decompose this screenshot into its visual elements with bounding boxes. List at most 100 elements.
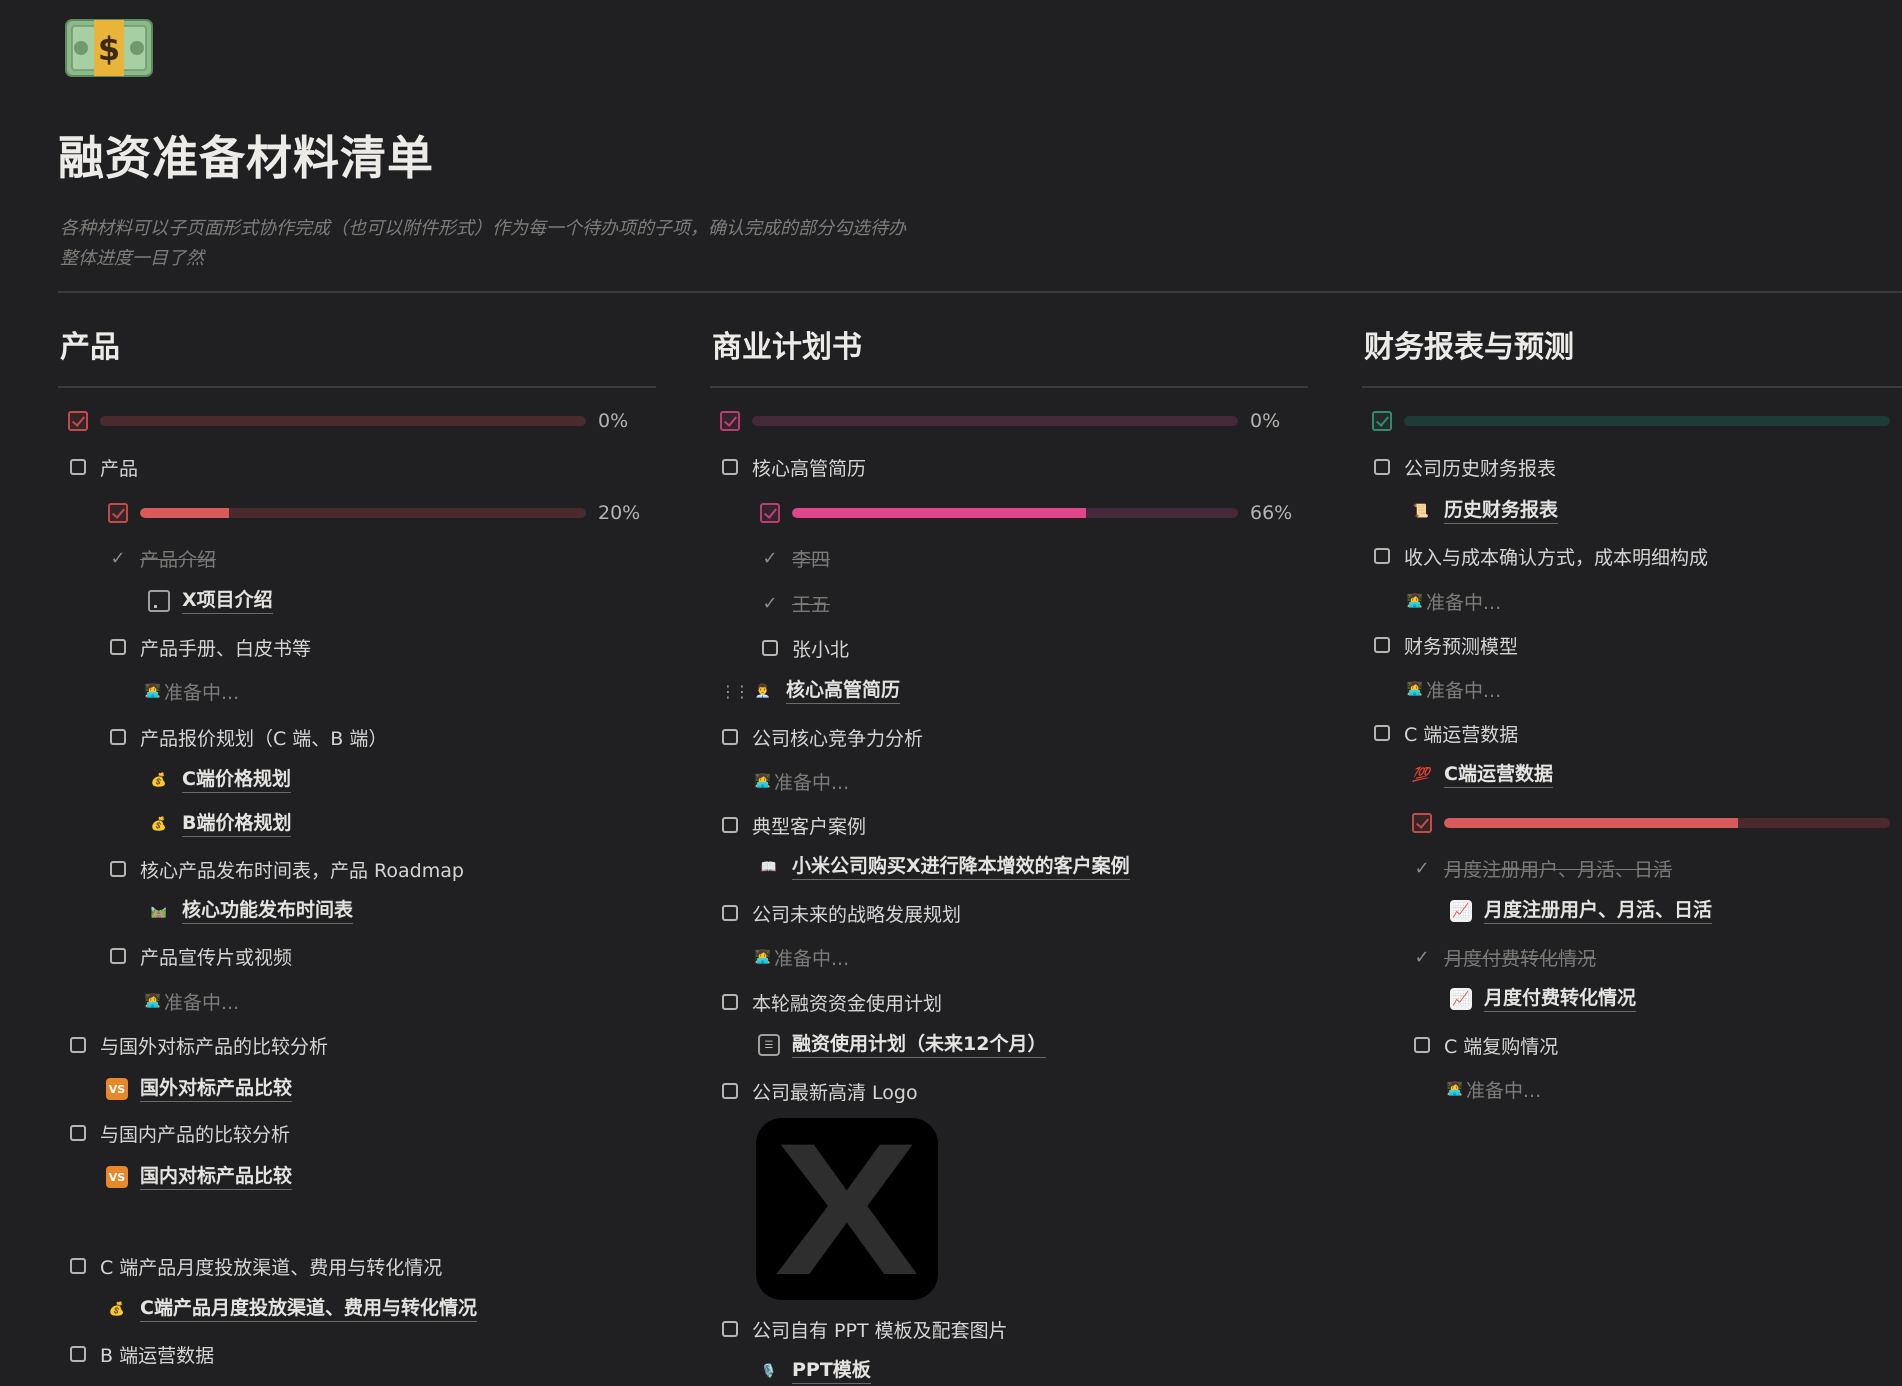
page-link-label[interactable]: 月度注册用户、月活、日活 xyxy=(1484,898,1713,924)
todo-item[interactable]: C 端产品月度投放渠道、费用与转化情况 xyxy=(70,1251,442,1281)
checkbox-icon[interactable] xyxy=(722,817,738,833)
page-link-label[interactable]: B端价格规划 xyxy=(182,811,292,837)
todo-label: C 端复购情况 xyxy=(1444,1035,1559,1058)
company-logo-image[interactable]: X xyxy=(756,1118,938,1300)
checkmark-icon[interactable]: ✓ xyxy=(1412,947,1432,968)
checkbox-icon[interactable] xyxy=(70,1346,86,1362)
checked-checkbox-icon[interactable] xyxy=(1412,813,1432,833)
todo-item-done[interactable]: ✓ 李四 xyxy=(760,543,830,573)
checkbox-icon[interactable] xyxy=(722,729,738,745)
checkbox-icon[interactable] xyxy=(70,459,86,475)
page-link-label[interactable]: C端产品月度投放渠道、费用与转化情况 xyxy=(140,1296,477,1322)
page-link-label[interactable]: 融资使用计划（未来12个月） xyxy=(792,1032,1047,1058)
dollar-banknote-icon[interactable]: $ xyxy=(64,16,154,80)
checkbox-icon[interactable] xyxy=(722,1321,738,1337)
page-link-label[interactable]: C端运营数据 xyxy=(1444,762,1553,788)
todo-item[interactable]: C 端复购情况 xyxy=(1414,1030,1558,1060)
checkbox-icon[interactable] xyxy=(110,861,126,877)
description-line: 整体进度一目了然 xyxy=(60,248,204,269)
page-link[interactable]: 🎙️ PPT模板 xyxy=(758,1356,871,1386)
page-link[interactable]: 💰 C端价格规划 xyxy=(148,765,291,795)
checkmark-icon[interactable]: ✓ xyxy=(760,548,780,569)
checkbox-icon[interactable] xyxy=(110,729,126,745)
page-link[interactable]: VS 国内对标产品比较 xyxy=(106,1162,293,1192)
page-link[interactable]: 💰 B端价格规划 xyxy=(148,809,292,839)
checkbox-icon[interactable] xyxy=(110,639,126,655)
checked-checkbox-icon[interactable] xyxy=(108,503,128,523)
page-link-label[interactable]: 国外对标产品比较 xyxy=(140,1076,293,1102)
todo-item-done[interactable]: ✓ 月度注册用户、月活、日活 xyxy=(1412,853,1672,883)
page-link[interactable]: 💰 C端产品月度投放渠道、费用与转化情况 xyxy=(106,1294,477,1324)
page-link-label[interactable]: 国内对标产品比较 xyxy=(140,1164,293,1190)
drag-handle-icon[interactable]: ⋮⋮ xyxy=(720,682,750,701)
checkbox-icon[interactable] xyxy=(1374,725,1390,741)
checkbox-icon[interactable] xyxy=(722,459,738,475)
page-link[interactable]: 📜 历史财务报表 xyxy=(1410,496,1559,526)
checkbox-icon[interactable] xyxy=(1374,637,1390,653)
todo-item[interactable]: C 端运营数据 xyxy=(1374,718,1518,748)
todo-item[interactable]: 与国外对标产品的比较分析 xyxy=(70,1030,328,1060)
checkmark-icon[interactable]: ✓ xyxy=(1412,858,1432,879)
checkbox-icon[interactable] xyxy=(722,905,738,921)
checkbox-icon[interactable] xyxy=(1374,459,1390,475)
todo-item-done[interactable]: ✓ 王五 xyxy=(760,588,830,618)
checkbox-icon[interactable] xyxy=(762,640,778,656)
page-link[interactable]: 🛤️ 核心功能发布时间表 xyxy=(148,896,354,926)
page-link-label[interactable]: 核心高管简历 xyxy=(786,678,901,704)
todo-label: C 端运营数据 xyxy=(1404,723,1519,746)
page-link-label[interactable]: 月度付费转化情况 xyxy=(1484,986,1637,1012)
checkbox-icon[interactable] xyxy=(70,1258,86,1274)
checkbox-icon[interactable] xyxy=(1414,1037,1430,1053)
todo-item[interactable]: 财务预测模型 xyxy=(1374,630,1518,660)
page-link[interactable]: 📈 月度付费转化情况 xyxy=(1450,984,1637,1014)
page-link-label[interactable]: 小米公司购买X进行降本增效的客户案例 xyxy=(792,854,1130,880)
todo-item[interactable]: 与国内产品的比较分析 xyxy=(70,1118,290,1148)
page-link[interactable]: 💯 C端运营数据 xyxy=(1410,760,1553,790)
todo-item[interactable]: 核心产品发布时间表，产品 Roadmap xyxy=(110,854,464,884)
page-link[interactable]: ⋮⋮ 👨‍💼 核心高管简历 xyxy=(720,676,901,706)
todo-item[interactable]: 产品宣传片或视频 xyxy=(110,941,292,971)
page-link-label[interactable]: PPT模板 xyxy=(792,1358,871,1384)
checkmark-icon[interactable]: ✓ xyxy=(760,593,780,614)
checkbox-icon[interactable] xyxy=(722,994,738,1010)
todo-item[interactable]: 产品 xyxy=(70,452,138,482)
column-progress-row xyxy=(1372,406,1902,436)
page-link[interactable]: X项目介绍 xyxy=(148,586,273,616)
checkmark-icon[interactable]: ✓ xyxy=(108,548,128,569)
todo-item[interactable]: B 端运营数据 xyxy=(70,1339,214,1369)
pending-note: 👩‍💻 准备中... xyxy=(754,942,849,972)
progress-percent: 20% xyxy=(598,502,641,524)
todo-item[interactable]: 收入与成本确认方式，成本明细构成 xyxy=(1374,541,1708,571)
checkbox-icon[interactable] xyxy=(722,1083,738,1099)
todo-label: 公司自有 PPT 模板及配套图片 xyxy=(752,1319,1008,1342)
checkbox-icon[interactable] xyxy=(1374,548,1390,564)
checkbox-icon[interactable] xyxy=(110,948,126,964)
page-link[interactable]: 📈 月度注册用户、月活、日活 xyxy=(1450,896,1713,926)
page-link-label[interactable]: 核心功能发布时间表 xyxy=(182,898,354,924)
todo-item[interactable]: 公司自有 PPT 模板及配套图片 xyxy=(722,1314,1008,1344)
checked-checkbox-icon[interactable] xyxy=(1372,411,1392,431)
checked-checkbox-icon[interactable] xyxy=(68,411,88,431)
checkbox-icon[interactable] xyxy=(70,1125,86,1141)
page-link[interactable]: 📖 小米公司购买X进行降本增效的客户案例 xyxy=(758,852,1130,882)
page-link[interactable]: VS 国外对标产品比较 xyxy=(106,1074,293,1104)
checked-checkbox-icon[interactable] xyxy=(720,411,740,431)
todo-item[interactable]: 本轮融资资金使用计划 xyxy=(722,987,942,1017)
todo-item[interactable]: 公司最新高清 Logo xyxy=(722,1076,918,1106)
todo-item[interactable]: 公司未来的战略发展规划 xyxy=(722,898,961,928)
checked-checkbox-icon[interactable] xyxy=(760,503,780,523)
todo-item[interactable]: 张小北 xyxy=(762,633,849,663)
todo-item-done[interactable]: ✓ 产品介绍 xyxy=(108,543,216,573)
checkbox-icon[interactable] xyxy=(70,1037,86,1053)
todo-item[interactable]: 产品报价规划（C 端、B 端） xyxy=(110,722,387,752)
page-link-label[interactable]: 历史财务报表 xyxy=(1444,498,1559,524)
todo-item-done[interactable]: ✓ 月度付费转化情况 xyxy=(1412,942,1596,972)
page-link-label[interactable]: C端价格规划 xyxy=(182,767,291,793)
todo-item[interactable]: 产品手册、白皮书等 xyxy=(110,632,311,662)
page-link[interactable]: ☰ 融资使用计划（未来12个月） xyxy=(758,1030,1047,1060)
todo-item[interactable]: 公司历史财务报表 xyxy=(1374,452,1556,482)
todo-item[interactable]: 核心高管简历 xyxy=(722,452,866,482)
todo-item[interactable]: 公司核心竞争力分析 xyxy=(722,722,923,752)
page-link-label[interactable]: X项目介绍 xyxy=(182,588,273,614)
todo-item[interactable]: 典型客户案例 xyxy=(722,810,866,840)
